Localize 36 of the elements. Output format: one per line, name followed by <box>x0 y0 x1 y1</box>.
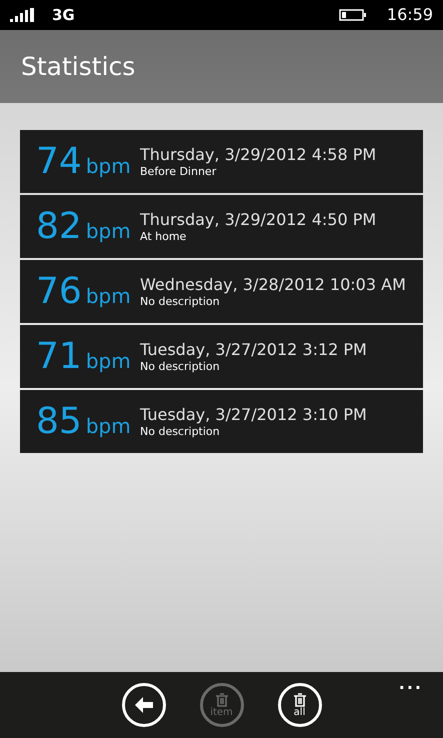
reading-description: At home <box>140 230 188 243</box>
trash-icon <box>214 692 228 706</box>
more-button[interactable]: ... <box>398 672 423 696</box>
battery-icon <box>338 9 367 21</box>
reading-description: No description <box>140 425 221 438</box>
reading-description: Before Dinner <box>140 165 218 178</box>
clock: 16:59 <box>386 4 433 26</box>
reading-row[interactable]: 71 bpm Tuesday, 3/27/2012 3:12 PM No description <box>20 325 423 388</box>
delete-button[interactable]: all <box>278 683 322 727</box>
signal-icon <box>10 8 36 22</box>
reading-row[interactable]: 85 bpm Tuesday, 3/27/2012 3:10 PM No description <box>20 390 423 453</box>
reading-description: No description <box>140 360 221 373</box>
reading-date: Wednesday, 3/28/2012 10:03 AM <box>140 275 406 295</box>
reading-description: No description <box>140 295 221 308</box>
reading-date: Tuesday, 3/27/2012 3:10 PM <box>140 405 367 425</box>
reading-date: Thursday, 3/29/2012 4:50 PM <box>140 210 376 230</box>
bpm-value: 85 <box>36 404 82 440</box>
bpm-value: 82 <box>36 208 82 244</box>
bpm-unit: bpm <box>86 220 131 240</box>
bpm-unit: bpm <box>86 286 131 306</box>
reading-date: Tuesday, 3/27/2012 3:12 PM <box>140 340 367 360</box>
page-title: Statistics <box>21 50 136 83</box>
reading-row[interactable]: 74 bpm Thursday, 3/29/2012 4:58 PM Before Dinner <box>20 130 423 193</box>
bpm-value: 71 <box>36 338 82 374</box>
reading-date: Thursday, 3/29/2012 4:58 PM <box>140 145 376 165</box>
back-button[interactable] <box>122 683 166 727</box>
bpm-unit: bpm <box>86 416 131 436</box>
back-arrow-icon <box>134 696 154 714</box>
network-type: 3G <box>52 4 75 26</box>
bpm-unit: bpm <box>86 156 131 176</box>
reading-row[interactable]: 82 bpm Thursday, 3/29/2012 4:50 PM At home <box>20 195 423 258</box>
bpm-value: 76 <box>36 274 82 310</box>
trash-icon <box>292 692 306 706</box>
bpm-value: 74 <box>36 144 82 180</box>
reading-row[interactable]: 76 bpm Wednesday, 3/28/2012 10:03 AM No description <box>20 260 423 323</box>
bpm-unit: bpm <box>86 350 131 370</box>
